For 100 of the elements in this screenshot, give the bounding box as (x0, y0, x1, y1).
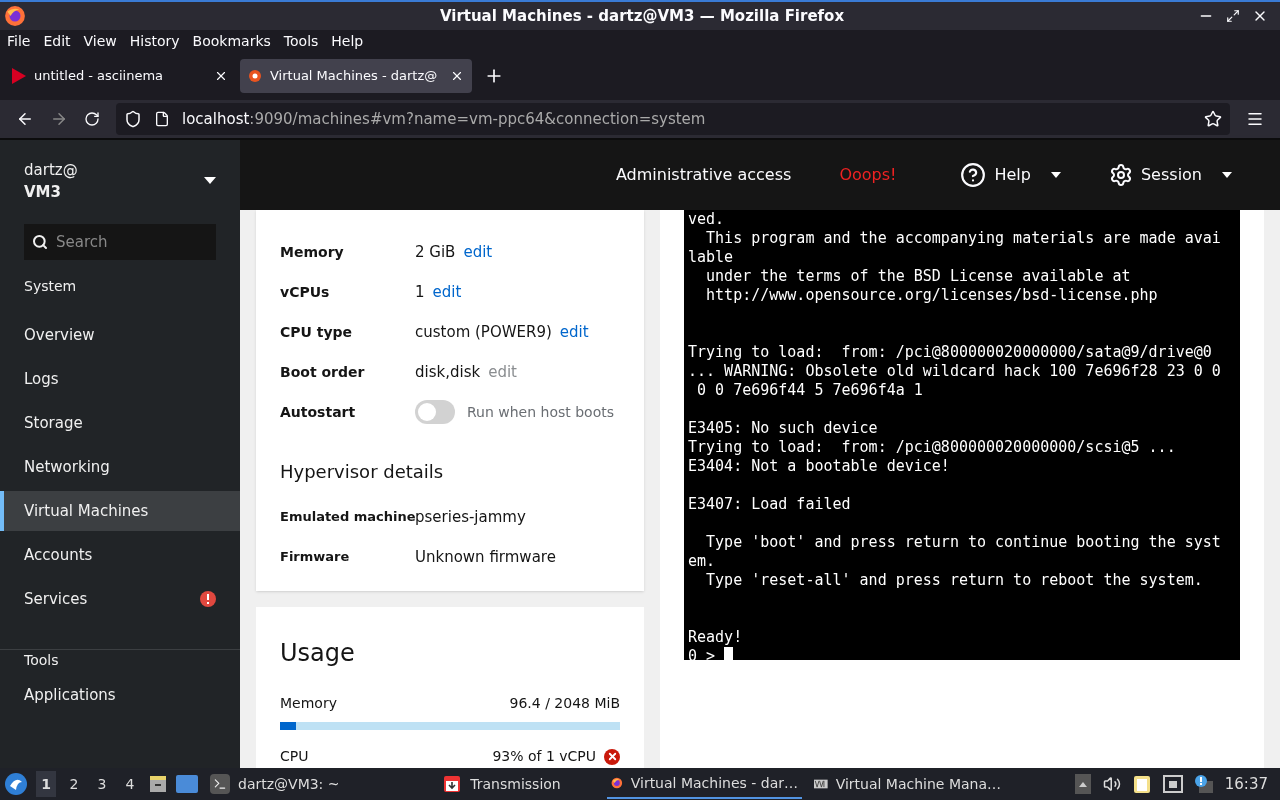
play-icon (12, 68, 26, 84)
nav-item[interactable]: Services (0, 579, 240, 619)
caret-icon (1050, 172, 1061, 178)
back-icon[interactable] (16, 110, 34, 128)
admin-access-link[interactable]: Administrative access (615, 163, 792, 187)
start-menu-icon[interactable] (4, 772, 28, 796)
console-line: ... WARNING: Obsolete old wildcard hack 100 7e696f28 23 0 0 (688, 362, 1221, 381)
menu-item[interactable]: Edit (43, 30, 71, 52)
edit-link[interactable]: edit (559, 320, 589, 344)
meter-reading: 96.4 / 2048 MiB (509, 694, 620, 713)
detail-label: Boot order (280, 362, 366, 382)
help-icon (960, 162, 987, 188)
console-line: 0 0 7e696f44 5 7e696f4a 1 (696, 381, 923, 400)
menu-item[interactable]: Tools (283, 30, 319, 52)
detail-label: Memory (280, 242, 345, 262)
console-line: This program and the accompanying materials are made avai (705, 229, 1221, 248)
detail-label: CPU type (280, 322, 354, 342)
reload-icon[interactable] (84, 111, 100, 127)
host-name: VM3 (24, 182, 62, 203)
nav-item[interactable]: Logs (0, 359, 240, 399)
nav-item[interactable]: Storage (0, 403, 240, 443)
console-line: http://www.opensource.org/licenses/bsd-license.php (705, 286, 1158, 305)
volume-icon[interactable] (1102, 775, 1121, 793)
tab-title: Virtual Machines - dartz@ (270, 67, 439, 86)
maximize-icon[interactable] (1226, 9, 1240, 23)
notification-icon[interactable] (1194, 775, 1213, 793)
console-line: Type 'boot' and press return to continue booting the syst (705, 533, 1221, 552)
console-line: Type 'reset-all' and press return to reboot the system. (705, 571, 1203, 590)
meter-label: Memory (280, 694, 338, 713)
detail-value: disk,disk (415, 361, 481, 383)
taskbar-button[interactable]: Virtual Machines - dar… (607, 769, 802, 799)
console-line: em. (688, 552, 716, 571)
search-icon (32, 234, 48, 250)
nav-item[interactable]: Networking (0, 447, 240, 487)
taskbar-button[interactable]: Virtual Machine Mana… (810, 769, 1005, 799)
firefox-icon (4, 5, 26, 27)
menu-item[interactable]: View (83, 30, 117, 52)
terminal-icon (210, 774, 230, 794)
console-line: lable (688, 248, 734, 267)
file-cabinet-icon[interactable] (148, 774, 168, 794)
caret-icon (1222, 172, 1232, 178)
detail-label: vCPUs (280, 282, 331, 302)
detail-value: Run when host boots (467, 402, 615, 422)
edit-link[interactable]: edit (463, 240, 493, 264)
nav-item[interactable]: Applications (0, 675, 240, 715)
clock: 16:37 (1224, 773, 1268, 795)
nav-section-heading: Tools (23, 651, 60, 670)
tray-expand-icon[interactable] (1074, 774, 1091, 794)
workspace-button[interactable]: 1 (36, 771, 56, 797)
search-field[interactable]: Search (24, 224, 216, 260)
detail-value: 1 (415, 281, 425, 303)
detail-value: Unknown firmware (415, 546, 556, 568)
menu-icon[interactable] (1246, 110, 1264, 128)
console-line: ved. (688, 210, 725, 229)
nav-item[interactable]: Accounts (0, 535, 240, 575)
warning-text[interactable]: Ooops! (839, 163, 897, 187)
detail-label: Autostart (280, 402, 357, 422)
help-menu[interactable]: Help (960, 162, 1061, 188)
menu-item[interactable]: Bookmarks (192, 30, 271, 52)
workspace-button[interactable]: 2 (64, 771, 84, 797)
console-line: E3404: Not a bootable device! (688, 457, 950, 476)
clipboard-icon[interactable] (1132, 774, 1151, 794)
menu-item[interactable]: File (7, 30, 31, 52)
taskbar-button[interactable]: dartz@VM3: ~ (206, 769, 396, 799)
browser-tab[interactable]: Virtual Machines - dartz@ (240, 59, 472, 93)
nav-section-heading: System (23, 277, 78, 296)
taskbar-button[interactable]: Transmission (404, 769, 599, 799)
close-tab-icon[interactable] (450, 69, 464, 83)
forward-icon[interactable] (50, 110, 68, 128)
bookmark-star-icon[interactable] (1204, 110, 1222, 128)
address-bar[interactable]: localhost:9090/machines#vm?name=vm-ppc64&connection=system (116, 103, 1230, 135)
menu-item[interactable]: Help (331, 30, 364, 52)
caret-icon[interactable] (204, 177, 216, 185)
detail-value: custom (POWER9) (415, 321, 552, 343)
workspace-button[interactable]: 4 (120, 771, 140, 797)
section-heading: Hypervisor details (280, 460, 445, 484)
session-menu[interactable]: Session (1108, 163, 1232, 187)
network-icon[interactable] (1162, 775, 1183, 793)
console-line: E3405: No such device (688, 419, 878, 438)
console-line: Ready! (688, 628, 743, 647)
detail-value: pseries-jammy (415, 506, 526, 528)
detail-value: 2 GiB (415, 241, 456, 263)
detail-label: Firmware (280, 548, 351, 567)
download-box-icon (442, 774, 463, 794)
console-line: under the terms of the BSD License available at (705, 267, 1131, 286)
meter-reading: 93% of 1 vCPU (492, 747, 596, 766)
edit-link[interactable]: edit (432, 280, 462, 304)
browser-tab[interactable]: untitled - asciinema (4, 59, 236, 93)
nav-item[interactable]: Overview (0, 315, 240, 355)
menu-item[interactable]: History (129, 30, 180, 52)
nav-item[interactable]: Virtual Machines (0, 491, 240, 531)
card-title: Usage (280, 638, 356, 669)
shield-icon (124, 110, 142, 128)
console-line: E3407: Load failed (688, 495, 851, 514)
page-icon (154, 111, 170, 127)
workspace-button[interactable]: 3 (92, 771, 112, 797)
toggle-switch[interactable] (415, 400, 455, 424)
detail-label: Emulated machine (280, 508, 415, 527)
user-name: dartz@ (24, 159, 79, 181)
close-tab-icon[interactable] (214, 69, 228, 83)
